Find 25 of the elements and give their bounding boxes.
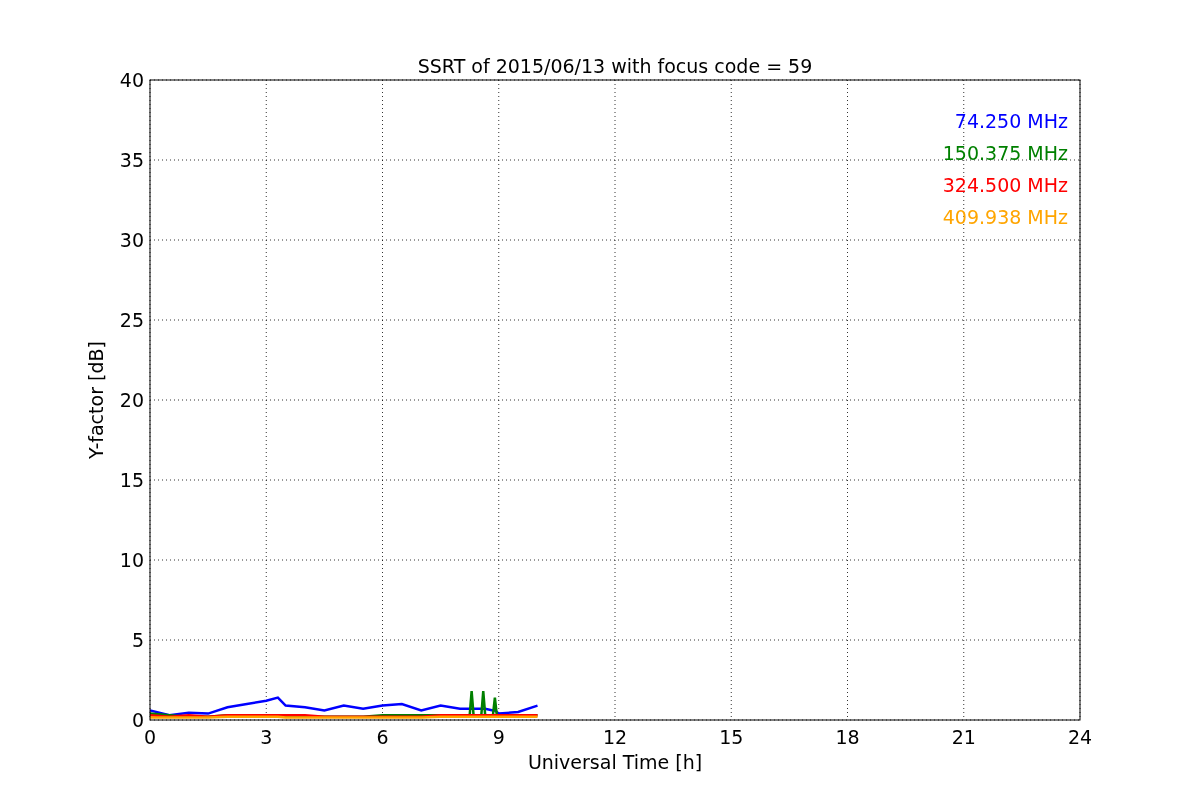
legend-label: 324.500 MHz [942,174,1068,196]
x-tick-label: 21 [951,726,976,748]
x-tick-label: 0 [143,726,157,748]
x-tick-label: 18 [835,726,860,748]
y-tick-label: 5 [131,629,144,651]
y-tick-label: 25 [119,309,144,331]
x-axis-label: Universal Time [h] [527,751,703,773]
chart-title: SSRT of 2015/06/13 with focus code = 59 [417,55,813,77]
x-tick-label: 24 [1067,726,1093,748]
legend-label: 150.375 MHz [942,142,1068,164]
y-tick-label: 20 [119,389,144,411]
y-axis-label: Y-factor [dB] [85,341,107,459]
x-tick-label: 6 [376,726,389,748]
x-tick-label: 12 [602,726,628,748]
y-tick-label: 10 [119,549,144,571]
x-tick-label: 3 [260,726,273,748]
x-tick-label: 9 [492,726,505,748]
y-tick-label: 30 [119,229,144,251]
y-tick-label: 35 [119,149,144,171]
y-tick-label: 40 [119,69,144,91]
x-tick-label: 15 [719,726,744,748]
legend-label: 74.250 MHz [954,110,1068,132]
y-tick-label: 0 [131,709,144,731]
y-tick-label: 15 [119,469,144,491]
legend-label: 409.938 MHz [942,206,1068,228]
